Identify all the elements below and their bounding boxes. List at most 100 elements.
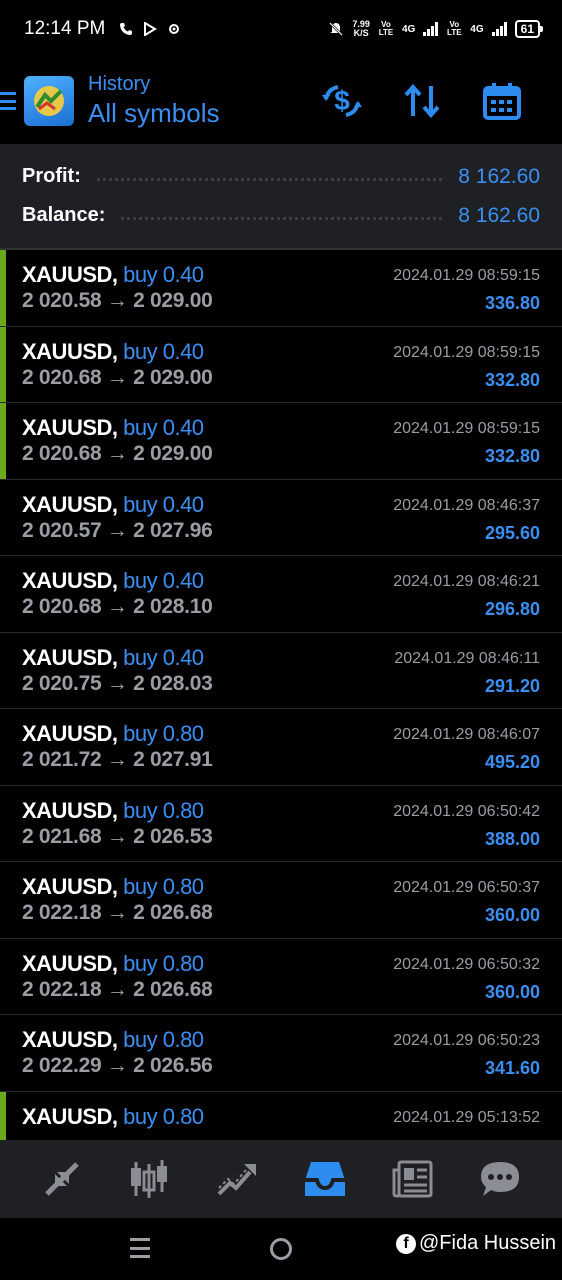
header-titles: History All symbols [88,73,219,129]
trade-title: XAUUSD, buy 0.80 [22,874,204,900]
summary-panel: Profit: 8 162.60 Balance: 8 162.60 [0,144,562,248]
trade-time: 2024.01.29 08:46:21 [393,573,540,590]
battery-icon: 61 [514,20,544,38]
phone-icon [120,23,133,35]
trade-symbol: XAUUSD, [22,1103,118,1129]
history-icon [304,1162,345,1196]
trade-symbol: XAUUSD, [22,262,118,287]
trade-side: buy 0.40 [123,568,204,593]
tab-quotes[interactable] [32,1149,92,1209]
trade-symbol: XAUUSD, [22,415,118,440]
status-right: 7.99 K/S Vo LTE 4G Vo LTE 4G 61 [328,20,544,38]
trade-symbol: XAUUSD, [22,721,118,746]
play-store-icon [144,22,158,36]
trade-profit: 388.00 [484,828,540,849]
chat-icon [481,1162,520,1196]
trade-side: buy 0.40 [123,491,204,517]
trade-title: XAUUSD, buy 0.80 [22,798,204,824]
trade-time: 2024.01.29 06:50:32 [393,955,540,973]
profit-value: 8 162.60 [458,164,540,188]
trade-symbol: XAUUSD, [22,644,118,670]
closed-position-marker [0,403,6,479]
trade-title: XAUUSD, buy 0.40 [22,415,204,441]
trade-time: 2024.01.29 05:13:52 [393,1108,540,1126]
trade-side: buy 0.40 [123,415,204,440]
recents-button[interactable] [130,1238,150,1258]
trade-title: XAUUSD, buy 0.80 [22,1104,204,1130]
trade-row[interactable]: XAUUSD, buy 0.40 2 020.57 → 2 027.96 2024.… [0,480,562,556]
watermark: f @Fida Hussein [396,1232,556,1255]
trade-title: XAUUSD, buy 0.40 [22,645,204,671]
calendar-icon [483,83,521,120]
trade-time: 2024.01.29 08:46:11 [394,649,540,667]
trade-time: 2024.01.29 06:50:23 [393,1032,540,1049]
status-left-icons [119,22,181,36]
trade-profit: 291.20 [484,675,540,696]
trade-profit: 296.80 [484,599,540,619]
trade-time: 2024.01.29 06:50:42 [393,802,540,820]
trade-prices: 2 020.68 → 2 028.10 [22,595,213,618]
trade-side: buy 0.80 [123,1103,204,1129]
trade-title: XAUUSD, buy 0.40 [22,339,204,365]
trade-symbol: XAUUSD, [22,1027,118,1052]
trade-symbol: XAUUSD, [22,797,118,823]
system-nav-bar: f @Fida Hussein [0,1218,562,1280]
metatrader-logo-icon [34,86,64,116]
profit-row: Profit: 8 162.60 [22,157,540,196]
trade-time: 2024.01.29 06:50:37 [393,879,540,896]
closed-position-marker [0,326,6,402]
trade-side: buy 0.80 [123,1027,204,1052]
trade-symbol: XAUUSD, [22,568,118,593]
sort-button[interactable] [382,76,462,126]
trade-list[interactable]: XAUUSD, buy 0.40 2 020.58 → 2 029.00 2024.… [0,250,562,1140]
net-speed: 7.99 K/S [352,20,370,38]
trade-time: 2024.01.29 08:46:07 [393,726,540,743]
trade-profit: 360.00 [484,981,540,1002]
trade-row[interactable]: XAUUSD, buy 0.80 2024.01.29 05:13:52 [0,1091,562,1140]
trade-row[interactable]: XAUUSD, buy 0.40 2 020.68 → 2 029.00 2024.… [0,403,562,480]
balance-row: Balance: 8 162.60 [22,196,540,235]
trade-row[interactable]: XAUUSD, buy 0.80 2 021.68 → 2 026.53 2024.… [0,786,562,862]
bottom-tab-bar [0,1140,562,1218]
header-title[interactable]: All symbols [88,98,219,129]
trade-row[interactable]: XAUUSD, buy 0.40 2 020.75 → 2 028.03 2024.… [0,633,562,709]
trade-row[interactable]: XAUUSD, buy 0.80 2 022.18 → 2 026.68 2024.… [0,862,562,939]
trade-side: buy 0.40 [123,644,204,670]
app-logo [24,76,74,126]
closed-position-marker [0,250,6,326]
tab-trade[interactable] [207,1149,267,1209]
calendar-button[interactable] [462,76,542,126]
trade-row[interactable]: XAUUSD, buy 0.40 2 020.68 → 2 028.10 2024.… [0,556,562,633]
dotted-leader [121,217,443,220]
sort-icon [404,84,440,118]
trade-row[interactable]: XAUUSD, buy 0.80 2 021.72 → 2 027.91 2024.… [0,709,562,786]
quotes-icon [45,1162,79,1196]
trade-prices: 2 020.57 → 2 027.96 [22,518,213,542]
currency-exchange-button[interactable]: $ [302,76,382,126]
tab-chart[interactable] [119,1149,179,1209]
tab-history[interactable] [295,1149,355,1209]
home-button[interactable] [270,1238,292,1260]
trade-side: buy 0.40 [123,338,204,364]
settings-icon [169,24,180,34]
balance-label: Balance: [22,204,106,226]
profit-label: Profit: [22,165,81,187]
menu-icon[interactable] [0,90,16,112]
balance-value: 8 162.60 [458,203,540,227]
trade-icon [217,1164,257,1196]
sim2-volte: Vo LTE [447,20,462,37]
trade-title: XAUUSD, buy 0.80 [22,721,204,747]
trade-row[interactable]: XAUUSD, buy 0.80 2 022.29 → 2 026.56 2024.… [0,1015,562,1092]
trade-symbol: XAUUSD, [22,338,118,364]
trade-row[interactable]: XAUUSD, buy 0.40 2 020.58 → 2 029.00 2024.… [0,250,562,327]
tab-news[interactable] [382,1149,442,1209]
trade-prices: 2 020.68 → 2 029.00 [22,442,213,465]
trade-prices: 2 022.18 → 2 026.68 [22,901,213,924]
trade-time: 2024.01.29 08:59:15 [393,420,540,437]
trade-symbol: XAUUSD, [22,491,118,517]
trade-title: XAUUSD, buy 0.40 [22,262,204,288]
trade-row[interactable]: XAUUSD, buy 0.80 2 022.18 → 2 026.68 2024.… [0,939,562,1015]
trade-row[interactable]: XAUUSD, buy 0.40 2 020.68 → 2 029.00 2024.… [0,326,562,403]
trade-title: XAUUSD, buy 0.40 [22,492,204,518]
tab-chat[interactable] [470,1149,530,1209]
